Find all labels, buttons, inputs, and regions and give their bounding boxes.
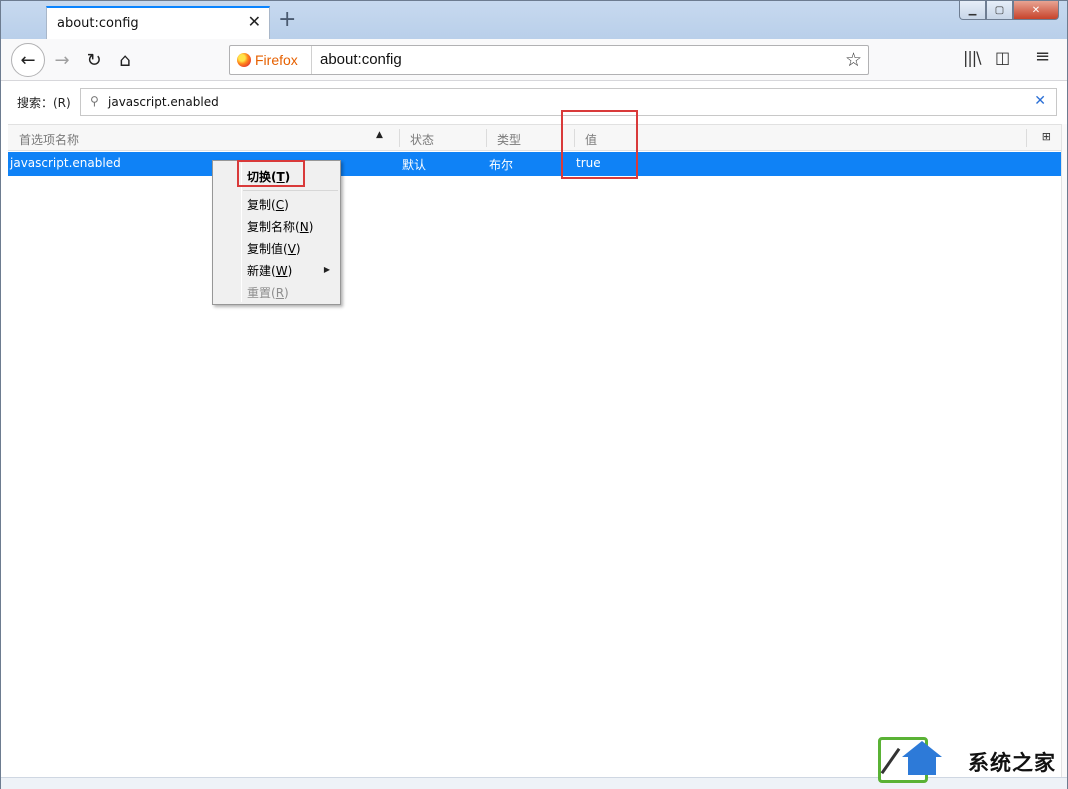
table-row[interactable]: javascript.enabled 默认 布尔 true bbox=[8, 152, 1061, 176]
sidebar-icon[interactable]: ◫ bbox=[995, 48, 1010, 67]
close-window-button[interactable]: ✕ bbox=[1013, 1, 1059, 20]
minimize-button[interactable]: ▁ bbox=[959, 1, 986, 20]
menu-item-copy[interactable]: 复制(C) bbox=[247, 196, 289, 213]
search-value[interactable]: javascript.enabled bbox=[108, 95, 219, 109]
tab-title: about:config bbox=[57, 16, 139, 31]
new-tab-button[interactable]: + bbox=[278, 9, 296, 31]
bookmark-star-icon[interactable]: ☆ bbox=[845, 48, 862, 72]
back-button[interactable]: ← bbox=[11, 43, 45, 77]
library-icon[interactable]: |||\ bbox=[963, 48, 982, 67]
tab-about-config[interactable]: about:config ✕ bbox=[46, 6, 270, 40]
column-separator[interactable] bbox=[1026, 129, 1027, 147]
title-bar: about:config ✕ + ▁ ▢ ✕ bbox=[1, 1, 1067, 40]
navigation-toolbar: ← → ↻ ⌂ Firefox about:config ☆ |||\ ◫ ≡ bbox=[1, 39, 1067, 81]
house-body-icon bbox=[908, 757, 936, 775]
home-button[interactable]: ⌂ bbox=[110, 45, 140, 75]
forward-button[interactable]: → bbox=[47, 45, 77, 75]
menu-separator bbox=[243, 190, 338, 191]
watermark: 系统之家 bbox=[872, 733, 1068, 789]
menu-item-copy-value[interactable]: 复制值(V) bbox=[247, 240, 301, 257]
watermark-text: 系统之家 bbox=[968, 751, 1056, 775]
search-label: 搜索：(R) bbox=[17, 96, 71, 110]
column-picker-icon[interactable]: ⊞ bbox=[1042, 130, 1051, 143]
column-status-header[interactable]: 状态 bbox=[410, 131, 434, 148]
config-search-row: 搜索：(R) ⚲ javascript.enabled ✕ bbox=[1, 81, 1067, 123]
url-text[interactable]: about:config bbox=[320, 51, 402, 68]
highlight-toggle-box bbox=[237, 160, 305, 187]
menu-item-copy-name[interactable]: 复制名称(N) bbox=[247, 218, 313, 235]
vertical-scrollbar[interactable] bbox=[1061, 124, 1067, 779]
window-controls: ▁ ▢ ✕ bbox=[959, 1, 1059, 21]
identity-label: Firefox bbox=[255, 52, 298, 68]
browser-window: about:config ✕ + ▁ ▢ ✕ ← → ↻ ⌂ Firefox a… bbox=[0, 0, 1068, 789]
column-separator[interactable] bbox=[486, 129, 487, 147]
url-bar[interactable]: Firefox about:config ☆ bbox=[229, 45, 869, 75]
submenu-arrow-icon: ▶ bbox=[323, 265, 330, 274]
firefox-logo-icon bbox=[237, 53, 251, 67]
menu-item-new[interactable]: 新建(W) bbox=[247, 262, 292, 279]
column-name-header[interactable]: 首选项名称 bbox=[19, 131, 79, 148]
reload-button[interactable]: ↻ bbox=[79, 45, 109, 75]
maximize-button[interactable]: ▢ bbox=[986, 1, 1013, 20]
clear-search-icon[interactable]: ✕ bbox=[1034, 93, 1046, 109]
menu-icon[interactable]: ≡ bbox=[1035, 46, 1050, 67]
menu-item-reset: 重置(R) bbox=[247, 286, 289, 300]
site-identity[interactable]: Firefox bbox=[230, 46, 312, 74]
pref-type-cell: 布尔 bbox=[489, 158, 514, 172]
column-header: 首选项名称 ▲ 状态 类型 值 ⊞ bbox=[8, 124, 1061, 151]
column-separator[interactable] bbox=[399, 129, 400, 147]
house-icon bbox=[902, 741, 942, 757]
pref-name-cell: javascript.enabled bbox=[10, 156, 121, 170]
search-icon: ⚲ bbox=[90, 94, 99, 108]
pref-status-cell: 默认 bbox=[402, 158, 427, 172]
column-type-header[interactable]: 类型 bbox=[497, 131, 521, 148]
sort-ascending-icon: ▲ bbox=[376, 130, 383, 140]
tab-close-icon[interactable]: ✕ bbox=[248, 14, 261, 30]
highlight-value-box bbox=[561, 110, 638, 179]
